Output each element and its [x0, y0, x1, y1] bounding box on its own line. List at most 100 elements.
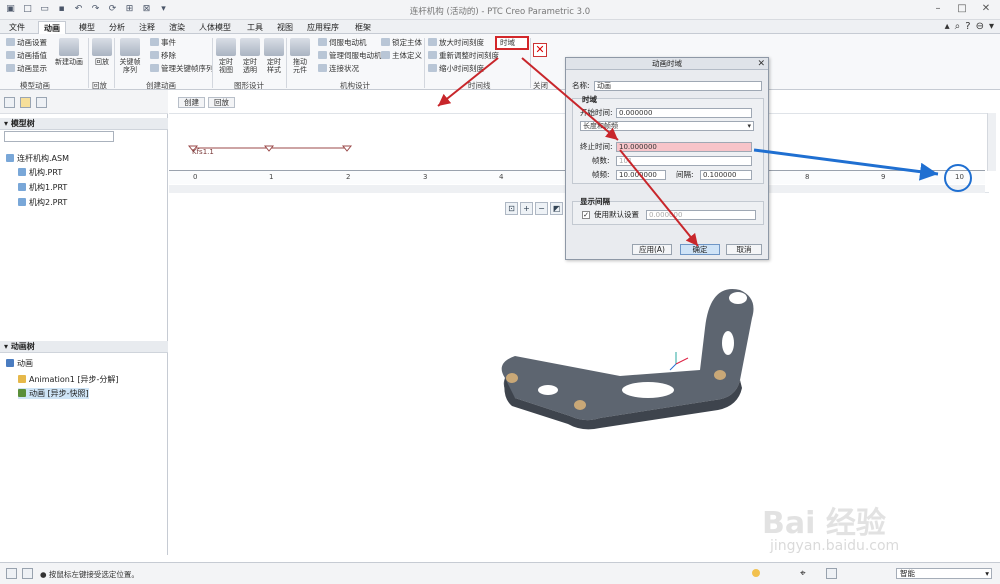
select-icon[interactable]: [826, 568, 837, 579]
maximize-icon[interactable]: □: [956, 3, 968, 14]
zoom-out-icon[interactable]: −: [535, 202, 548, 215]
tab-analysis[interactable]: 分析: [104, 21, 130, 34]
apply-button[interactable]: 应用(A): [632, 244, 672, 255]
end-time-label: 终止时间:: [580, 142, 613, 151]
create-button[interactable]: 创建: [178, 97, 205, 108]
use-default-checkbox[interactable]: ✓: [582, 211, 590, 219]
tree-item-part[interactable]: 机构1.PRT: [18, 182, 67, 193]
start-time-field[interactable]: 0.000000: [616, 108, 752, 118]
name-field[interactable]: 动画: [594, 81, 762, 91]
tree-item-assembly[interactable]: 连杆机构.ASM: [6, 153, 69, 164]
model-tree-header[interactable]: ▾ 模型树: [0, 118, 168, 130]
help-icon[interactable]: ?: [965, 20, 970, 34]
frames-label: 帧数:: [592, 156, 610, 165]
fps-label: 帧频:: [592, 170, 610, 179]
refit-icon[interactable]: ⊡: [505, 202, 518, 215]
display-interval-label: 显示间隔: [580, 197, 610, 206]
settings-icon[interactable]: ⊖: [976, 20, 984, 34]
interval-field[interactable]: 0.100000: [700, 170, 752, 180]
status-icon[interactable]: [6, 568, 17, 579]
status-bar: ● 按鼠标左键接受选定位置。 ⌖ 智能 ▾: [0, 562, 1000, 584]
anim-tree-item-selected[interactable]: 动画 [异步-快照]: [18, 388, 89, 399]
connection-status-button[interactable]: 连接状况: [318, 64, 359, 73]
lightbulb-icon[interactable]: [752, 569, 760, 577]
timeline-domain-button[interactable]: 时域: [495, 36, 529, 50]
zoom-out-time-button[interactable]: 缩小时间刻度: [428, 64, 484, 73]
default-interval-field[interactable]: 0.000000: [646, 210, 756, 220]
anim-display-button[interactable]: 动画显示: [6, 64, 47, 73]
new-animation-button[interactable]: 新建动画: [54, 38, 84, 66]
tab-view[interactable]: 视图: [272, 21, 298, 34]
tab-tools[interactable]: 工具: [242, 21, 268, 34]
repaint-icon[interactable]: ◩: [550, 202, 563, 215]
manage-keyframe-button[interactable]: 管理关键帧序列: [150, 64, 214, 73]
manage-servo-button[interactable]: 管理伺服电动机: [318, 51, 382, 60]
collapse-ribbon-icon[interactable]: ▴: [945, 20, 950, 34]
start-time-label: 开始时间:: [580, 108, 613, 117]
ruler-label: 10: [955, 173, 964, 181]
graphics-toolbar: ⊡ + − ◩: [505, 202, 563, 216]
anim-tree-root[interactable]: 动画: [6, 358, 33, 369]
playback-small-button[interactable]: 回放: [208, 97, 235, 108]
folder-tab-icon[interactable]: [20, 97, 31, 108]
tab-annotate[interactable]: 注释: [134, 21, 160, 34]
length-fps-select[interactable]: 长度和帧频 ▾: [580, 121, 754, 131]
zoom-in-icon[interactable]: +: [520, 202, 533, 215]
anim-interp-button[interactable]: 动画插值: [6, 51, 47, 60]
dialog-title: 动画时域: [566, 58, 768, 70]
ruler-label: 0: [193, 173, 198, 181]
search-icon[interactable]: ⌕: [955, 20, 961, 34]
tab-animation[interactable]: 动画: [38, 21, 66, 34]
close-animation-button[interactable]: ✕: [533, 43, 547, 57]
timed-style-button[interactable]: 定时样式: [264, 38, 284, 74]
anim-settings-button[interactable]: 动画设置: [6, 38, 47, 47]
timed-view-button[interactable]: 定时视图: [216, 38, 236, 74]
close-icon[interactable]: ✕: [980, 3, 992, 14]
tab-file[interactable]: 文件: [4, 21, 30, 34]
zoom-in-time-button[interactable]: 放大时间刻度: [428, 38, 484, 47]
keyframe-label: Kfs1.1: [192, 148, 214, 156]
fps-field[interactable]: 10.000000: [616, 170, 666, 180]
keyframe-seq-button[interactable]: 关键帧序列: [117, 38, 143, 74]
tree-item-part[interactable]: 机构2.PRT: [18, 197, 67, 208]
anim-tree-item[interactable]: Animation1 [异步-分解]: [18, 374, 119, 385]
minimize-icon[interactable]: –: [932, 3, 944, 14]
servo-motor-button[interactable]: 伺服电动机: [318, 38, 367, 47]
baidu-watermark: Bai 经验: [762, 506, 886, 541]
favorites-tab-icon[interactable]: [36, 97, 47, 108]
rescale-time-button[interactable]: 重新调整时间刻度: [428, 51, 499, 60]
playback-button[interactable]: 回放: [92, 38, 112, 66]
interval-label: 间隔:: [676, 170, 694, 179]
cancel-button[interactable]: 取消: [726, 244, 762, 255]
end-time-field[interactable]: 10.000000: [616, 142, 752, 152]
ok-button[interactable]: 确定: [680, 244, 720, 255]
timeline-group-label: 时域: [582, 95, 597, 104]
drag-component-button[interactable]: 拖动元件: [290, 38, 310, 74]
tree-item-part[interactable]: 机构.PRT: [18, 167, 62, 178]
use-default-label: 使用默认设置: [594, 210, 639, 219]
tab-framework[interactable]: 框架: [350, 21, 376, 34]
more-icon[interactable]: ▾: [989, 20, 994, 34]
tab-render[interactable]: 渲染: [164, 21, 190, 34]
baidu-watermark-url: jingyan.baidu.com: [770, 538, 900, 554]
body-definition-button[interactable]: 主体定义: [381, 51, 422, 60]
timeline-vertical-scrollbar[interactable]: [987, 113, 996, 171]
dialog-close-icon[interactable]: ✕: [757, 58, 765, 70]
left-panel: ▾ 模型树 连杆机构.ASM 机构.PRT 机构1.PRT 机构2.PRT ▾ …: [0, 90, 168, 555]
tab-applications[interactable]: 应用程序: [302, 21, 344, 34]
lock-body-button[interactable]: 锁定主体: [381, 38, 422, 47]
status-icon[interactable]: [22, 568, 33, 579]
event-button[interactable]: 事件: [150, 38, 176, 47]
tab-manikin[interactable]: 人体模型: [194, 21, 236, 34]
anim-tree-header[interactable]: ▾ 动画树: [0, 341, 168, 353]
model-tree-tab-icon[interactable]: [4, 97, 15, 108]
tab-model[interactable]: 模型: [74, 21, 100, 34]
ruler-label: 3: [423, 173, 428, 181]
ruler-label: 1: [269, 173, 274, 181]
tree-search-input[interactable]: [4, 131, 114, 142]
remove-button[interactable]: 移除: [150, 51, 176, 60]
find-icon[interactable]: ⌖: [800, 568, 806, 579]
timed-transparency-button[interactable]: 定时透明: [240, 38, 260, 74]
filter-select[interactable]: 智能 ▾: [896, 568, 992, 579]
frames-field[interactable]: 101: [616, 156, 752, 166]
